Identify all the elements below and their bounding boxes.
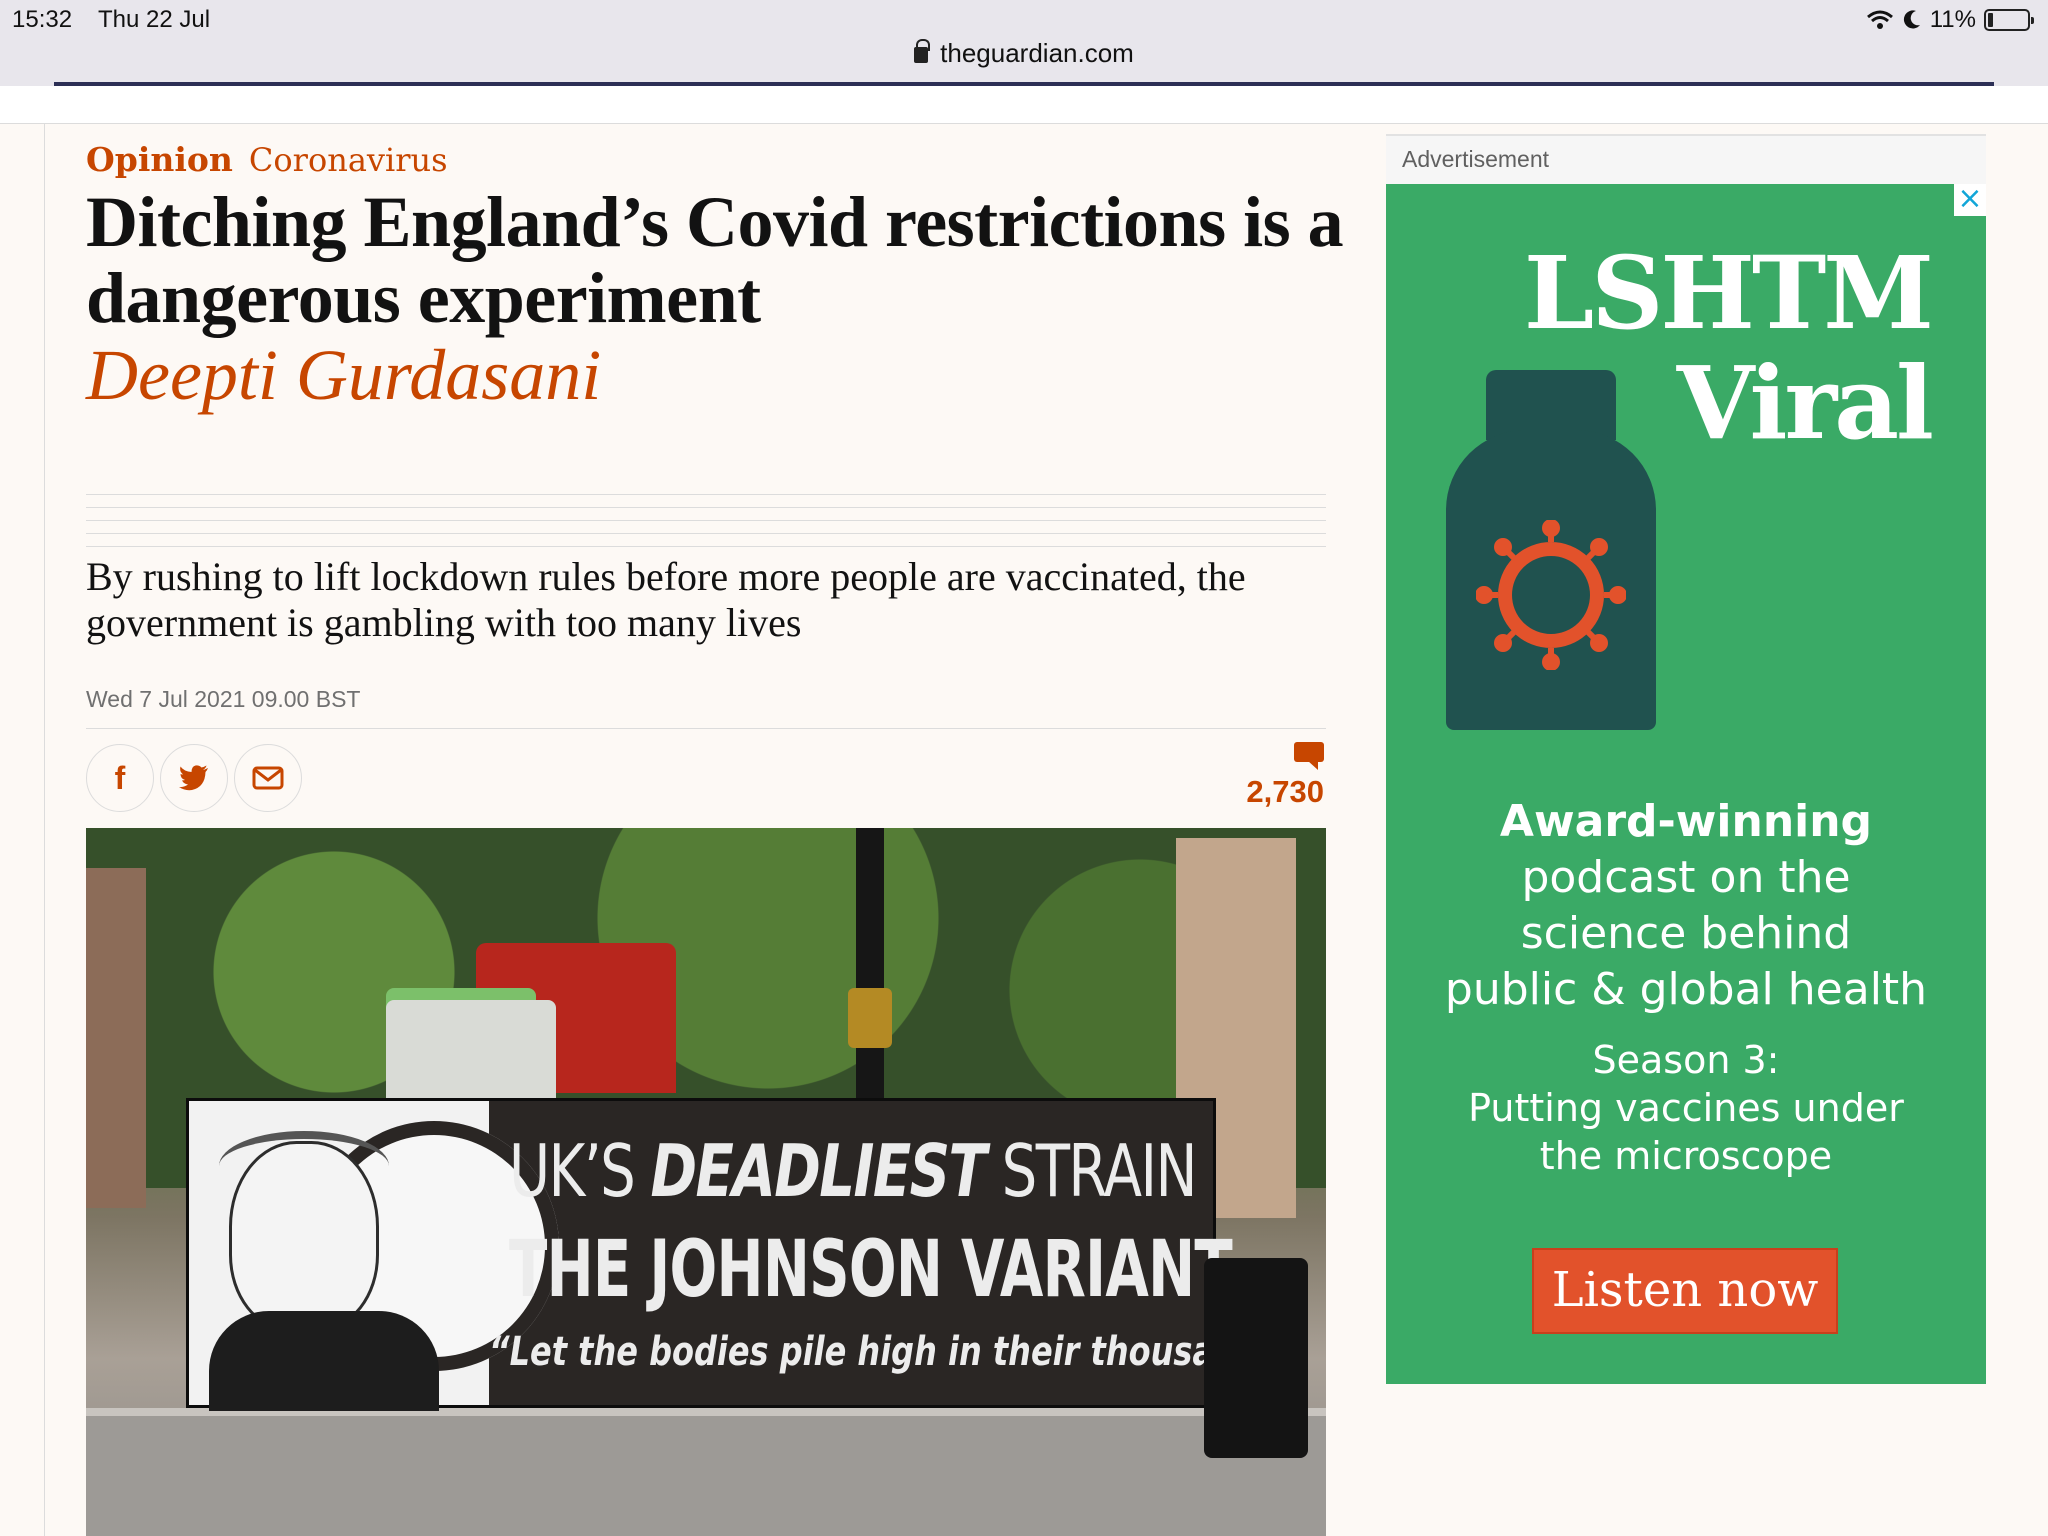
lock-icon <box>914 39 931 63</box>
ad-desc-line-1: podcast on the <box>1521 852 1851 903</box>
twitter-icon <box>179 765 208 791</box>
article-standfirst: By rushing to lift lockdown rules before… <box>86 554 1246 645</box>
ad-season-line-2: Putting vaccines under <box>1468 1086 1904 1130</box>
comment-count: 2,730 <box>1246 774 1324 809</box>
dateline-divider <box>86 728 1326 729</box>
comments-link[interactable]: 2,730 <box>1246 742 1324 810</box>
ad-season-line-3: the microscope <box>1539 1134 1833 1178</box>
banner-line-1: UK’S DEADLIEST STRAIN <box>509 1129 1197 1213</box>
status-date: Thu 22 Jul <box>98 6 211 33</box>
banner-caricature-suit <box>209 1311 439 1411</box>
vaccine-bottle-icon <box>1446 370 1656 730</box>
ad-desc-line-3: public & global health <box>1444 964 1928 1015</box>
kicker-section-link[interactable]: Coronavirus <box>249 141 448 179</box>
banner-caricature-face <box>229 1141 379 1331</box>
banner-line-2: THE JOHNSON VARIANT <box>509 1225 1233 1315</box>
advert-lshtm[interactable]: × LSHTM Viral Award-winning podcast on t… <box>1386 184 1986 1384</box>
ad-desc-line-2: science behind <box>1520 908 1852 959</box>
wifi-icon <box>1866 10 1893 29</box>
advert-label-bar: Advertisement <box>1386 134 1986 184</box>
advert-label: Advertisement <box>1402 146 1550 172</box>
share-twitter-button[interactable] <box>160 744 228 812</box>
photo-building-left <box>86 868 146 1208</box>
protest-banner: UK’S DEADLIEST STRAIN THE JOHNSON VARIAN… <box>186 1098 1300 1411</box>
url-text: theguardian.com <box>940 38 1134 68</box>
share-email-button[interactable] <box>234 744 302 812</box>
article-headline: Ditching England’s Covid restrictions is… <box>86 182 1344 338</box>
photo-loudspeaker <box>1204 1258 1308 1458</box>
headline-rule-lines <box>86 494 1326 550</box>
browser-chrome: 15:32 Thu 22 Jul 11% theguardian.com <box>0 0 2048 86</box>
envelope-icon <box>252 766 284 790</box>
article-dateline: Wed 7 Jul 2021 09.00 BST <box>86 686 361 712</box>
battery-percent: 11% <box>1929 6 1976 33</box>
virus-icon <box>1476 520 1626 670</box>
ad-copy: Award-winning podcast on the science beh… <box>1386 794 1986 1180</box>
address-bar[interactable]: theguardian.com <box>0 38 2048 69</box>
moon-icon <box>1903 10 1920 29</box>
share-facebook-button[interactable]: f <box>86 744 154 812</box>
ad-season-line-1: Season 3: <box>1592 1038 1780 1082</box>
status-time: 15:32 <box>12 6 73 33</box>
photo-street <box>86 1416 1326 1536</box>
kicker-opinion-link[interactable]: Opinion <box>86 140 233 179</box>
banner-line-3: “Let the bodies pile high in their thous… <box>489 1329 1300 1375</box>
ad-award-text: Award-winning <box>1499 796 1873 847</box>
facebook-icon: f <box>114 759 126 796</box>
ad-brand-line-1: LSHTM <box>1523 234 1934 352</box>
site-header-strip <box>0 86 2048 124</box>
comment-bubble-icon <box>1294 742 1324 770</box>
ad-brand-line-2: Viral <box>1676 344 1934 462</box>
ad-listen-now-button[interactable]: Listen now <box>1532 1248 1838 1334</box>
article-main-image[interactable]: UK’S DEADLIEST STRAIN THE JOHNSON VARIAN… <box>86 828 1326 1536</box>
battery-icon <box>1984 9 2034 31</box>
article-kicker: Opinion Coronavirus <box>86 140 448 179</box>
article-byline[interactable]: Deepti Gurdasani <box>86 334 601 417</box>
status-right: 11% <box>1866 6 2034 34</box>
ad-close-icon[interactable]: × <box>1954 184 1986 216</box>
photo-lamp-post-band <box>848 988 892 1048</box>
column-divider <box>44 124 45 1536</box>
